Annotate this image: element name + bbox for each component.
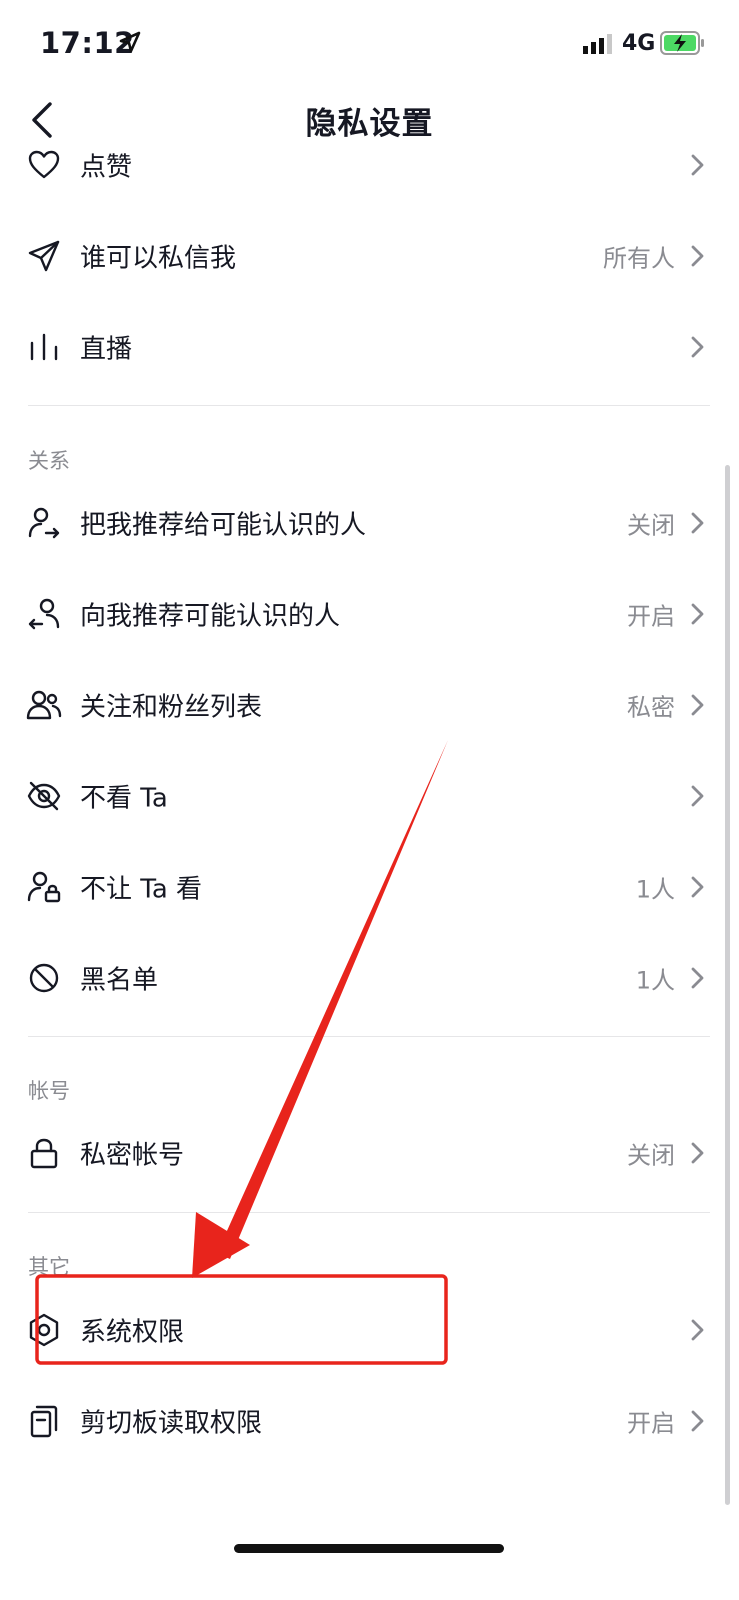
scrollbar[interactable] xyxy=(725,465,730,1505)
setting-row-blacklist[interactable]: 黑名单 1人 xyxy=(0,932,739,1024)
setting-row-live[interactable]: 直播 xyxy=(0,301,739,393)
chevron-right-icon xyxy=(691,876,704,898)
home-indicator xyxy=(234,1544,504,1553)
setting-label: 系统权限 xyxy=(80,1317,185,1348)
setting-value: 开启 xyxy=(627,602,675,631)
setting-row-recommend-me[interactable]: 把我推荐给可能认识的人 关闭 xyxy=(0,477,739,569)
live-bars-icon xyxy=(30,333,58,361)
setting-value: 私密 xyxy=(627,693,675,722)
setting-row-system-permission[interactable]: 系统权限 xyxy=(0,1284,739,1376)
section-title-other: 其它 xyxy=(28,1255,70,1279)
section-title-account: 帐号 xyxy=(28,1079,70,1103)
setting-label: 黑名单 xyxy=(80,965,159,996)
hexagon-settings-icon xyxy=(29,1313,59,1347)
chevron-right-icon xyxy=(691,967,704,989)
send-icon xyxy=(28,240,60,272)
section-title-relations: 关系 xyxy=(28,449,70,473)
settings-list: 点赞 谁可以私信我 所有人 直播 关系 把我推荐给可能认识的人 关闭 向我推荐可… xyxy=(0,0,739,1600)
setting-label: 不让 Ta 看 xyxy=(80,874,203,905)
setting-label: 不看 Ta xyxy=(80,783,168,814)
clipboard-icon xyxy=(30,1405,58,1438)
setting-label: 点赞 xyxy=(80,152,133,183)
setting-row-private-account[interactable]: 私密帐号 关闭 xyxy=(0,1107,739,1199)
divider xyxy=(28,405,710,406)
setting-label: 剪切板读取权限 xyxy=(80,1408,263,1439)
setting-row-recommend-to-me[interactable]: 向我推荐可能认识的人 开启 xyxy=(0,568,739,660)
chevron-right-icon xyxy=(691,245,704,267)
setting-value: 关闭 xyxy=(627,1141,675,1170)
chevron-right-icon xyxy=(691,1319,704,1341)
user-lock-icon xyxy=(27,871,61,903)
block-icon xyxy=(29,963,59,993)
setting-value: 所有人 xyxy=(603,244,675,273)
chevron-right-icon xyxy=(691,603,704,625)
divider xyxy=(28,1036,710,1037)
setting-row-dont-see[interactable]: 不看 Ta xyxy=(0,750,739,842)
setting-row-follow-list[interactable]: 关注和粉丝列表 私密 xyxy=(0,659,739,751)
setting-label: 向我推荐可能认识的人 xyxy=(80,601,341,632)
eye-off-icon xyxy=(27,781,61,811)
user-share-icon xyxy=(28,507,60,539)
setting-value: 关闭 xyxy=(627,511,675,540)
setting-row-like[interactable]: 点赞 xyxy=(0,119,739,211)
setting-label: 谁可以私信我 xyxy=(80,243,237,274)
heart-icon xyxy=(28,150,60,179)
setting-value: 开启 xyxy=(627,1409,675,1438)
chevron-right-icon xyxy=(691,1142,704,1164)
chevron-right-icon xyxy=(691,694,704,716)
setting-label: 私密帐号 xyxy=(80,1140,185,1171)
users-icon xyxy=(26,690,62,720)
chevron-right-icon xyxy=(691,336,704,358)
setting-value: 1人 xyxy=(635,966,675,995)
setting-value: 1人 xyxy=(635,875,675,904)
setting-row-clipboard[interactable]: 剪切板读取权限 开启 xyxy=(0,1375,739,1467)
setting-row-who-can-dm[interactable]: 谁可以私信我 所有人 xyxy=(0,210,739,302)
chevron-right-icon xyxy=(691,1410,704,1432)
setting-label: 把我推荐给可能认识的人 xyxy=(80,510,367,541)
chevron-right-icon xyxy=(691,154,704,176)
setting-row-dont-let-see[interactable]: 不让 Ta 看 1人 xyxy=(0,841,739,933)
setting-label: 直播 xyxy=(80,334,133,365)
user-receive-icon xyxy=(28,598,60,630)
lock-icon xyxy=(30,1138,58,1169)
chevron-right-icon xyxy=(691,512,704,534)
divider xyxy=(28,1212,710,1213)
setting-label: 关注和粉丝列表 xyxy=(80,692,263,723)
chevron-right-icon xyxy=(691,785,704,807)
